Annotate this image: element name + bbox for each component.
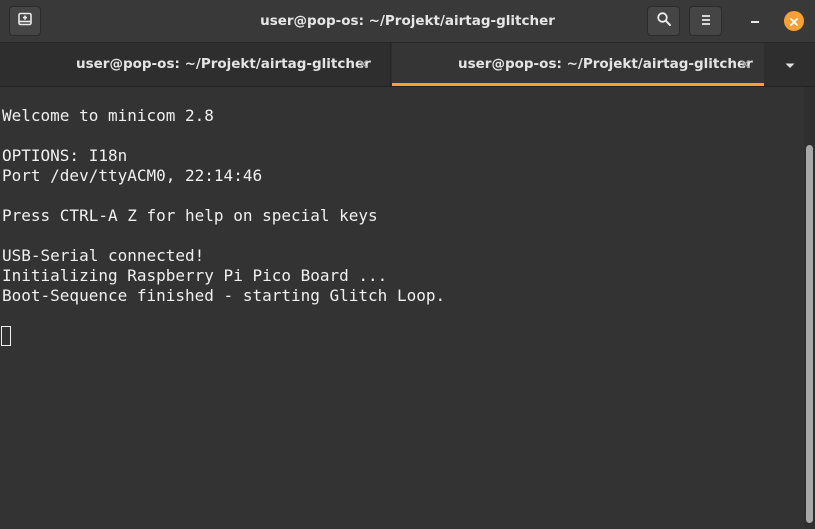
terminal-line: USB-Serial connected! [2, 246, 205, 265]
terminal-cursor [1, 326, 11, 346]
tab-bar: user@pop-os: ~/Projekt/airtag-glitcher u… [0, 43, 815, 87]
window-title: user@pop-os: ~/Projekt/airtag-glitcher [260, 13, 555, 29]
terminal-line: Boot-Sequence finished - starting Glitch… [2, 286, 446, 305]
tab-label: user@pop-os: ~/Projekt/airtag-glitcher [76, 56, 371, 72]
tab-close-button[interactable] [738, 56, 752, 72]
menu-button[interactable] [689, 6, 722, 36]
tab-terminal-1[interactable]: user@pop-os: ~/Projekt/airtag-glitcher [0, 43, 391, 86]
minimize-icon [749, 11, 761, 30]
new-tab-icon [17, 11, 33, 31]
header-bar: user@pop-os: ~/Projekt/airtag-glitcher [0, 0, 815, 43]
terminal-line: Press CTRL-A Z for help on special keys [2, 206, 378, 225]
close-icon [359, 60, 367, 68]
new-tab-button[interactable] [9, 6, 41, 36]
tab-terminal-2[interactable]: user@pop-os: ~/Projekt/airtag-glitcher [392, 43, 764, 86]
terminal-output[interactable]: Welcome to minicom 2.8 OPTIONS: I18n Por… [0, 87, 804, 529]
close-window-button[interactable] [784, 11, 804, 31]
chevron-down-icon [784, 55, 796, 74]
terminal-line: OPTIONS: I18n [2, 146, 128, 165]
search-icon [656, 11, 672, 31]
tab-list-dropdown[interactable] [765, 43, 815, 86]
search-button[interactable] [647, 6, 680, 36]
scrollbar-thumb[interactable] [806, 145, 813, 523]
hamburger-menu-icon [699, 12, 713, 31]
terminal-line: Initializing Raspberry Pi Pico Board ... [2, 266, 388, 285]
terminal-line: Welcome to minicom 2.8 [2, 106, 214, 125]
close-icon [741, 60, 749, 68]
terminal-line: Port /dev/ttyACM0, 22:14:46 [2, 166, 263, 185]
tab-close-button[interactable] [356, 56, 370, 72]
terminal-window: user@pop-os: ~/Projekt/airtag-glitcher u… [0, 0, 815, 529]
minimize-button[interactable] [745, 10, 765, 30]
close-icon [789, 12, 799, 31]
tab-label: user@pop-os: ~/Projekt/airtag-glitcher [458, 56, 753, 72]
terminal-scrollbar[interactable] [804, 87, 815, 529]
